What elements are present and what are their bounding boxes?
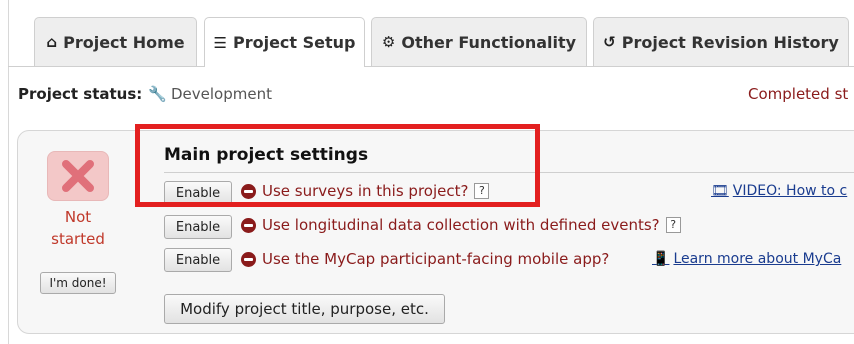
list-icon: ☰ (213, 33, 227, 52)
step-status-text: Not started (51, 208, 105, 248)
tab-label: Project Home (63, 32, 185, 52)
not-started-x-icon (47, 151, 109, 201)
completed-steps-text: Completed st (748, 85, 849, 103)
phone-icon: 📱 (652, 251, 670, 267)
project-status-value-wrap: 🔧 Development (148, 85, 272, 103)
tab-label: Project Setup (232, 33, 356, 52)
project-status-value: Development (170, 85, 272, 103)
tab-project-setup[interactable]: ☰ Project Setup (204, 17, 365, 67)
highlight-box (135, 124, 540, 207)
gear-icon: ⚙ (381, 33, 396, 51)
tab-project-revision-history[interactable]: ↺ Project Revision History (593, 17, 849, 66)
left-border (8, 0, 9, 344)
film-icon: 🎞 (711, 183, 729, 199)
modify-project-button[interactable]: Modify project title, purpose, etc. (164, 294, 445, 324)
help-icon[interactable]: ? (665, 217, 681, 233)
tab-project-home[interactable]: ⌂ Project Home (34, 17, 197, 66)
project-status: Project status: 🔧 Development (18, 85, 272, 103)
longitudinal-option-text: Use longitudinal data collection with de… (262, 216, 660, 234)
history-icon: ↺ (603, 33, 616, 51)
minus-circle-icon (241, 251, 256, 267)
home-icon: ⌂ (46, 33, 58, 51)
video-link[interactable]: 🎞 VIDEO: How to c (711, 183, 847, 199)
enable-mycap-button[interactable]: Enable (164, 248, 232, 272)
enable-longitudinal-button[interactable]: Enable (164, 215, 232, 239)
tab-label: Project Revision History (621, 32, 839, 52)
project-status-label: Project status: (18, 85, 143, 103)
mycap-option-text: Use the MyCap participant-facing mobile … (262, 250, 610, 268)
wrench-icon: 🔧 (148, 85, 167, 103)
tab-bar-line (8, 66, 854, 67)
video-link-text: VIDEO: How to c (732, 183, 848, 199)
tab-label: Other Functionality (401, 32, 577, 52)
im-done-button[interactable]: I'm done! (40, 272, 116, 294)
mycap-link-text: Learn more about MyCa (673, 251, 842, 267)
tab-other-functionality[interactable]: ⚙ Other Functionality (371, 17, 587, 66)
mycap-learn-more-link[interactable]: 📱 Learn more about MyCa (652, 251, 841, 267)
minus-circle-icon (241, 217, 256, 233)
mycap-option: Use the MyCap participant-facing mobile … (241, 250, 609, 268)
longitudinal-option: Use longitudinal data collection with de… (241, 216, 681, 234)
